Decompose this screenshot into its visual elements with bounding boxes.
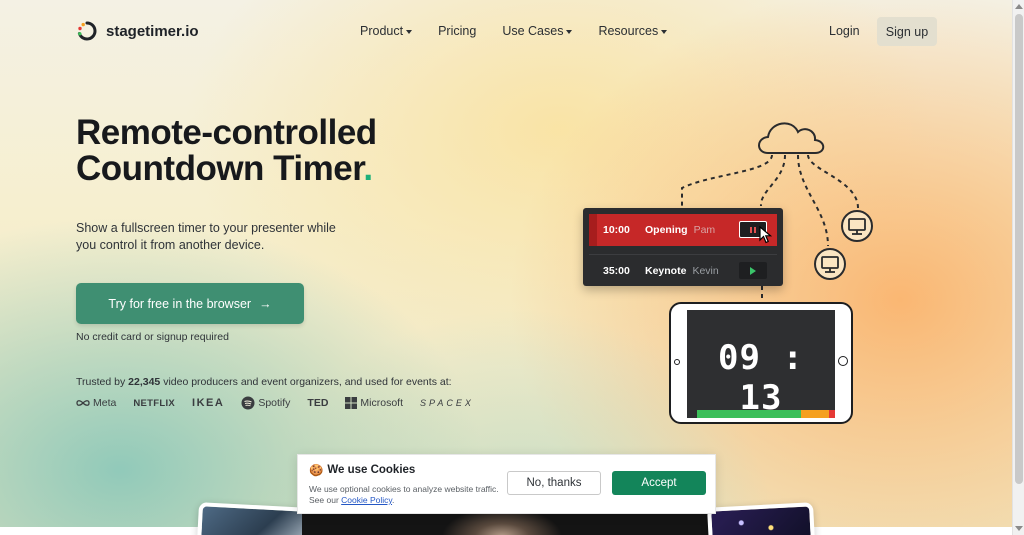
nav-item-label: Resources bbox=[598, 24, 659, 38]
stagetimer-logo-icon bbox=[76, 20, 98, 42]
chevron-down-icon bbox=[661, 29, 668, 34]
login-link[interactable]: Login bbox=[829, 24, 860, 38]
cursor-icon bbox=[759, 226, 773, 244]
timer-title: Keynote bbox=[645, 264, 687, 277]
monitor-icon bbox=[814, 248, 846, 280]
cloud-icon bbox=[758, 122, 825, 154]
meta-infinity-icon bbox=[76, 400, 90, 406]
nav-item-use-cases[interactable]: Use Cases bbox=[502, 24, 573, 38]
scroll-up-icon[interactable] bbox=[1015, 4, 1023, 9]
ted-logo: TED bbox=[307, 397, 329, 409]
timer-row: 10:00 Opening Pam bbox=[589, 214, 777, 246]
play-icon bbox=[750, 266, 756, 275]
progress-green bbox=[697, 410, 801, 418]
headline-line-1: Remote-controlled bbox=[76, 113, 377, 152]
page-title: Remote-controlled Countdown Timer. bbox=[76, 113, 377, 191]
progress-padding bbox=[687, 410, 698, 418]
spotify-icon bbox=[241, 396, 255, 410]
tablet-camera bbox=[674, 359, 680, 365]
timer-row: 35:00 Keynote Kevin bbox=[589, 254, 777, 286]
monitor-icon bbox=[841, 210, 873, 242]
chevron-down-icon bbox=[566, 29, 573, 34]
timer-duration: 10:00 bbox=[603, 224, 630, 236]
trusted-count: 22,345 bbox=[128, 376, 161, 388]
cookie-banner: 🍪 We use Cookies We use optional cookies… bbox=[297, 454, 716, 514]
event-photo bbox=[707, 502, 815, 535]
cookie-policy-link[interactable]: Cookie Policy bbox=[341, 495, 392, 505]
controller-panel: 10:00 Opening Pam 35:00 Keynote Kevin bbox=[583, 208, 783, 286]
scroll-down-icon[interactable] bbox=[1015, 526, 1023, 531]
cta-note: No credit card or signup required bbox=[76, 331, 229, 343]
event-photo bbox=[197, 502, 309, 535]
meta-logo: Meta bbox=[76, 397, 116, 409]
tablet-display: 09 : 13 bbox=[669, 302, 853, 424]
time-progress-bar bbox=[687, 410, 835, 418]
netflix-logo: NETFLIX bbox=[133, 397, 176, 409]
timer-speaker: Pam bbox=[693, 224, 716, 236]
nav-item-label: Use Cases bbox=[502, 24, 564, 38]
nav-links: Product Pricing Use Cases Resources bbox=[360, 24, 668, 38]
cookie-icon: 🍪 bbox=[309, 465, 324, 477]
event-photo bbox=[302, 512, 710, 535]
microsoft-logo: Microsoft bbox=[345, 397, 403, 409]
chevron-down-icon bbox=[406, 29, 413, 34]
tablet-home-button bbox=[838, 356, 848, 366]
page-scrollbar[interactable] bbox=[1012, 0, 1024, 535]
nav-item-label: Pricing bbox=[438, 24, 477, 38]
tablet-screen: 09 : 13 bbox=[687, 310, 835, 418]
headline-line-2: Countdown Timer. bbox=[76, 151, 373, 191]
cta-label: Try for free in the browser bbox=[108, 296, 252, 311]
try-free-button[interactable]: Try for free in the browser → bbox=[76, 283, 304, 324]
arrow-right-icon: → bbox=[259, 296, 272, 311]
timer-speaker: Kevin bbox=[692, 264, 719, 277]
decline-cookies-button[interactable]: No, thanks bbox=[507, 471, 601, 495]
accept-cookies-button[interactable]: Accept bbox=[612, 471, 706, 495]
nav-item-product[interactable]: Product bbox=[360, 24, 413, 38]
signup-button[interactable]: Sign up bbox=[877, 17, 937, 46]
logo[interactable]: stagetimer.io bbox=[76, 20, 199, 42]
play-button bbox=[739, 262, 767, 279]
cookie-title: 🍪 We use Cookies bbox=[309, 464, 416, 477]
customer-logos: Meta NETFLIX IKEA Spotify TED Microsoft … bbox=[76, 396, 474, 410]
logo-text: stagetimer.io bbox=[106, 22, 199, 40]
countdown-display: 09 : 13 bbox=[718, 338, 804, 418]
timer-title: Opening bbox=[645, 224, 688, 236]
nav-item-label: Product bbox=[360, 24, 404, 38]
nav-item-pricing[interactable]: Pricing bbox=[438, 24, 476, 38]
trusted-by-text: Trusted by 22,345 video producers and ev… bbox=[76, 376, 452, 388]
top-nav: stagetimer.io Product Pricing Use Cases … bbox=[0, 0, 1012, 64]
cookie-description: We use optional cookies to analyze websi… bbox=[309, 484, 499, 505]
timer-duration: 35:00 bbox=[603, 264, 630, 277]
spacex-logo: SPACEX bbox=[420, 398, 474, 408]
scrollbar-thumb[interactable] bbox=[1015, 14, 1023, 484]
microsoft-icon bbox=[345, 397, 358, 409]
pause-icon bbox=[750, 226, 756, 233]
progress-red bbox=[829, 410, 835, 418]
spotify-logo: Spotify bbox=[241, 396, 290, 410]
hero-subtitle: Show a fullscreen timer to your presente… bbox=[76, 221, 336, 252]
nav-item-resources[interactable]: Resources bbox=[598, 24, 668, 38]
progress-orange bbox=[800, 410, 830, 418]
hero-illustration: 10:00 Opening Pam 35:00 Keynote Kevin 09… bbox=[560, 110, 900, 440]
ikea-logo: IKEA bbox=[192, 397, 225, 409]
